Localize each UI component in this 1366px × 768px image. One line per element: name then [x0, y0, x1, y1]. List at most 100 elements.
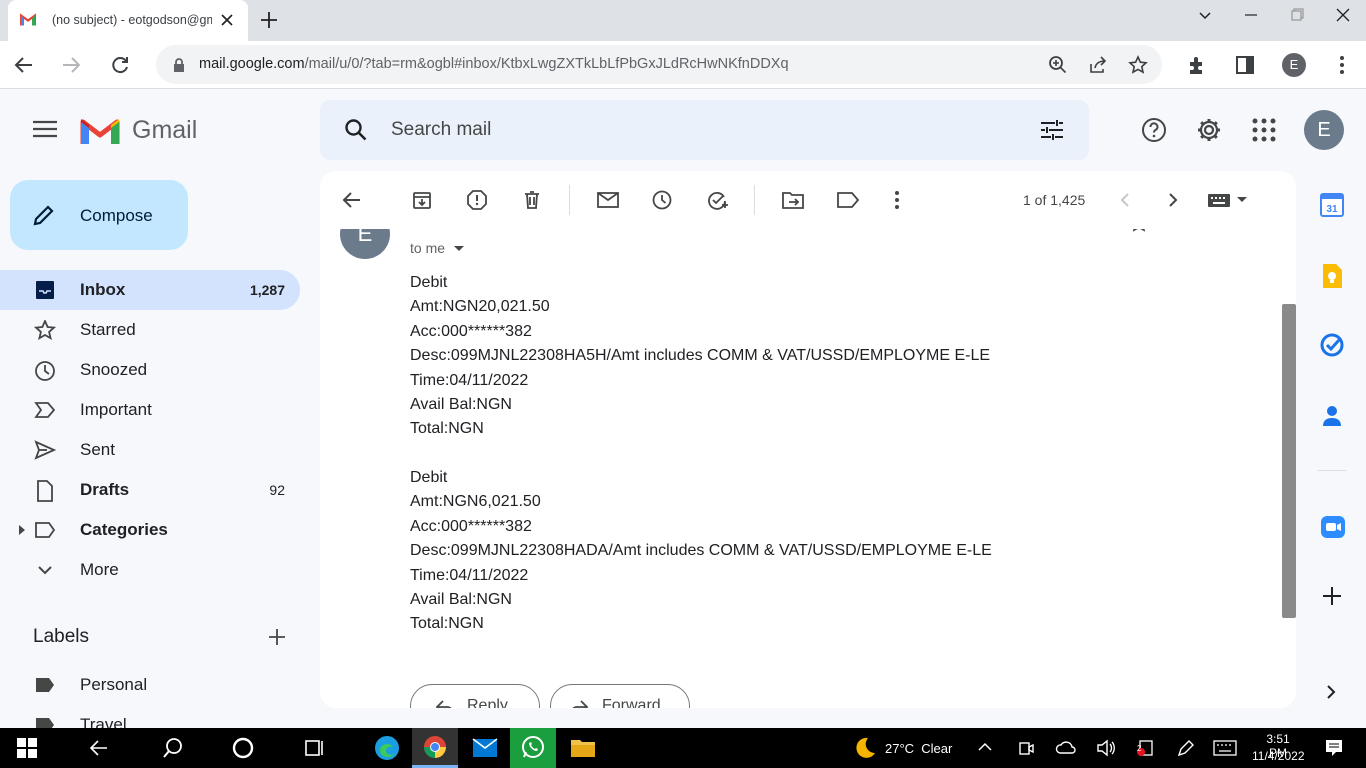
archive-icon[interactable] — [412, 190, 432, 210]
nav-item-drafts[interactable]: Drafts 92 — [0, 470, 300, 510]
weather-moon-icon[interactable] — [853, 736, 877, 760]
newer-chevron-icon[interactable] — [1115, 190, 1135, 210]
mail-app-icon[interactable] — [472, 737, 498, 759]
meet-now-icon[interactable] — [1017, 739, 1035, 757]
calendar-icon[interactable]: 31 — [1320, 193, 1344, 217]
minimize-window-icon[interactable] — [1242, 6, 1260, 24]
volume-icon[interactable] — [1096, 739, 1116, 757]
get-addons-icon[interactable] — [1321, 585, 1343, 607]
main-menu-icon[interactable] — [32, 119, 58, 139]
side-panel-icon[interactable] — [1234, 54, 1256, 76]
zoom-app-icon[interactable] — [1320, 515, 1346, 539]
reload-icon[interactable] — [109, 54, 131, 76]
labels-icon[interactable] — [837, 190, 859, 210]
lock-icon[interactable] — [172, 57, 186, 73]
account-avatar[interactable]: E — [1304, 110, 1344, 150]
close-window-icon[interactable] — [1334, 6, 1352, 24]
forward-icon[interactable] — [60, 54, 82, 76]
search-bar[interactable]: Search mail — [320, 100, 1089, 160]
tasks-icon[interactable] — [1320, 333, 1344, 357]
more-options-icon[interactable] — [887, 190, 907, 210]
url-path: /mail/u/0/?tab=rm&ogbl#inbox/KtbxLwgZXTk… — [304, 56, 789, 72]
settings-gear-icon[interactable] — [1196, 117, 1222, 143]
nav-item-more[interactable]: More — [0, 550, 300, 590]
add-to-tasks-icon[interactable] — [707, 190, 729, 210]
contacts-icon[interactable] — [1321, 404, 1343, 428]
label-item-personal[interactable]: Personal — [0, 665, 300, 705]
nav-item-starred[interactable]: Starred — [0, 310, 300, 350]
clock-date[interactable]: 11/4/2022 — [1252, 749, 1305, 763]
mark-unread-icon[interactable] — [597, 190, 619, 210]
close-tab-icon[interactable] — [218, 11, 236, 29]
keep-icon[interactable] — [1321, 263, 1343, 289]
sender-avatar[interactable]: E — [340, 229, 390, 259]
compose-button[interactable]: Compose — [10, 180, 188, 250]
search-options-icon[interactable] — [1040, 118, 1064, 142]
nav-item-categories[interactable]: Categories — [0, 510, 300, 550]
chrome-menu-icon[interactable] — [1331, 54, 1353, 76]
nav-item-important[interactable]: Important — [0, 390, 300, 430]
new-tab-icon[interactable] — [258, 9, 280, 31]
body-line: Acc:000******382 — [410, 323, 532, 340]
important-icon — [34, 400, 56, 420]
bookmark-star-icon[interactable] — [1128, 55, 1148, 75]
touch-keyboard-icon[interactable] — [1213, 740, 1237, 756]
older-chevron-icon[interactable] — [1163, 190, 1183, 210]
nav-label: Drafts — [80, 480, 130, 499]
body-line: Time:04/11/2022 — [410, 372, 529, 389]
chevron-down-icon — [34, 560, 56, 580]
google-apps-icon[interactable] — [1252, 118, 1276, 142]
add-label-icon[interactable] — [266, 626, 288, 648]
gmail-logo-icon[interactable] — [80, 116, 120, 146]
scrollbar-thumb[interactable] — [1282, 304, 1296, 618]
weather-text[interactable]: 27°C Clear — [885, 741, 952, 756]
extensions-icon[interactable] — [1186, 54, 1208, 76]
whatsapp-taskbar-button[interactable] — [510, 728, 556, 768]
label-item-travel[interactable]: Travel — [0, 705, 300, 728]
snooze-icon[interactable] — [652, 190, 672, 210]
move-to-icon[interactable] — [782, 190, 804, 210]
action-center-icon[interactable] — [1324, 738, 1344, 758]
label-tag-icon — [34, 715, 56, 728]
expand-arrow-icon[interactable] — [18, 524, 26, 536]
zoom-icon[interactable] — [1048, 55, 1068, 75]
help-icon[interactable] — [1141, 117, 1167, 143]
nav-item-sent[interactable]: Sent — [0, 430, 300, 470]
input-tools-icon[interactable] — [1207, 192, 1247, 208]
address-bar[interactable]: mail.google.com/mail/u/0/?tab=rm&ogbl#in… — [156, 45, 1162, 84]
search-icon[interactable] — [344, 118, 368, 142]
file-explorer-icon[interactable] — [570, 737, 596, 759]
restore-window-icon[interactable] — [1288, 6, 1306, 24]
report-spam-icon[interactable] — [467, 190, 487, 210]
profile-avatar[interactable]: E — [1282, 53, 1306, 77]
expand-panel-chevron-icon[interactable] — [1323, 684, 1339, 700]
back-to-inbox-icon[interactable] — [342, 190, 362, 210]
forward-button[interactable]: Forward — [550, 684, 690, 708]
star-icon — [34, 320, 56, 340]
taskbar-search-icon[interactable] — [162, 737, 184, 759]
windows-start-icon[interactable] — [17, 738, 37, 758]
browser-tab[interactable]: (no subject) - eotgodson@gmail.com — [8, 0, 248, 41]
search-input[interactable]: Search mail — [391, 119, 491, 141]
task-view-icon[interactable] — [304, 738, 326, 758]
show-hidden-icons-chevron-icon[interactable] — [977, 740, 993, 754]
nav-item-inbox[interactable]: Inbox 1,287 — [0, 270, 300, 310]
label-icon — [34, 520, 56, 540]
delete-icon[interactable] — [522, 190, 542, 210]
nav-label: More — [80, 560, 119, 579]
star-message-icon[interactable] — [1130, 229, 1148, 233]
cortana-icon[interactable] — [232, 737, 254, 759]
taskbar-back-icon[interactable] — [89, 738, 109, 758]
body-line: Total:NGN — [410, 615, 484, 632]
nav-item-snoozed[interactable]: Snoozed — [0, 350, 300, 390]
chrome-taskbar-button[interactable] — [412, 728, 458, 768]
onedrive-icon[interactable] — [1055, 739, 1077, 757]
edge-icon[interactable] — [374, 735, 400, 761]
recipient-text[interactable]: to me — [410, 240, 465, 256]
recipient-details-icon[interactable] — [453, 245, 465, 253]
reply-button[interactable]: Reply — [410, 684, 540, 708]
tab-search-chevron-icon[interactable] — [1196, 6, 1214, 24]
pen-workspace-icon[interactable] — [1176, 738, 1196, 758]
share-icon[interactable] — [1088, 55, 1108, 75]
back-icon[interactable] — [13, 54, 35, 76]
